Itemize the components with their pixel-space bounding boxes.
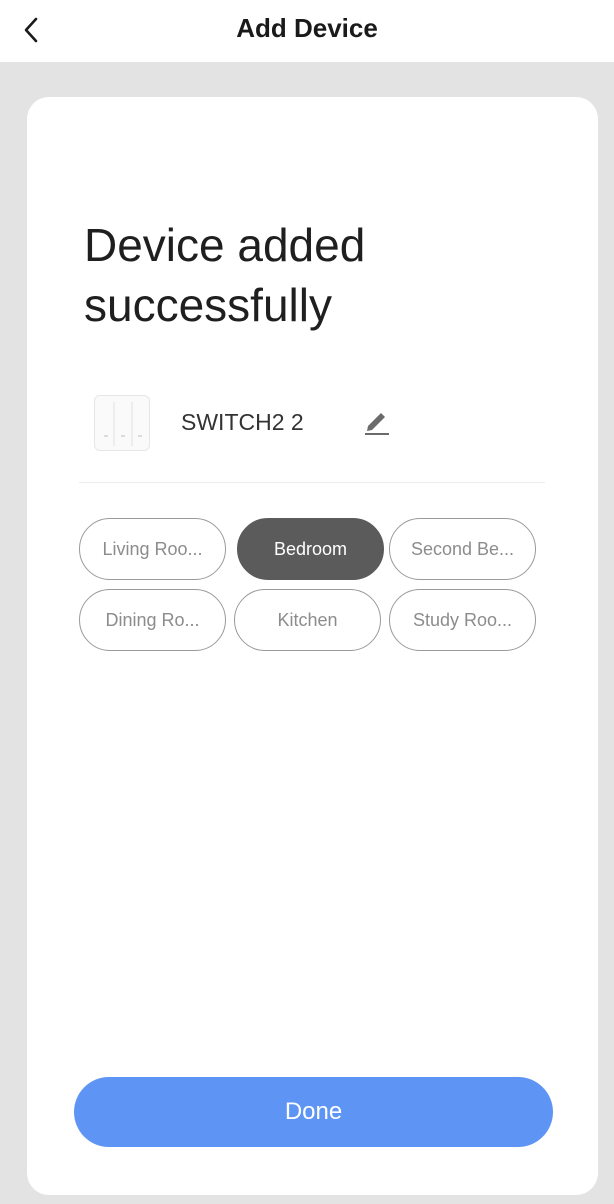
done-button[interactable]: Done [74,1077,553,1147]
room-chip-bedroom[interactable]: Bedroom [237,518,384,580]
room-chip-living-room[interactable]: Living Roo... [79,518,226,580]
room-chip-study-room[interactable]: Study Roo... [389,589,536,651]
room-chip-kitchen[interactable]: Kitchen [234,589,381,651]
header-bar: Add Device [0,0,614,62]
device-name: SWITCH2 2 [181,409,304,435]
edit-name-button[interactable] [359,403,393,437]
switch-device-icon [94,395,150,451]
divider [79,482,545,483]
page-title: Add Device [236,13,378,43]
room-chip-dining-room[interactable]: Dining Ro... [79,589,226,651]
success-title: Device added successfully [84,219,366,331]
result-card: Device added successfully SWITCH2 2 Livi… [27,97,598,1195]
room-chip-second-bedroom[interactable]: Second Be... [389,518,536,580]
pencil-icon [365,413,389,435]
